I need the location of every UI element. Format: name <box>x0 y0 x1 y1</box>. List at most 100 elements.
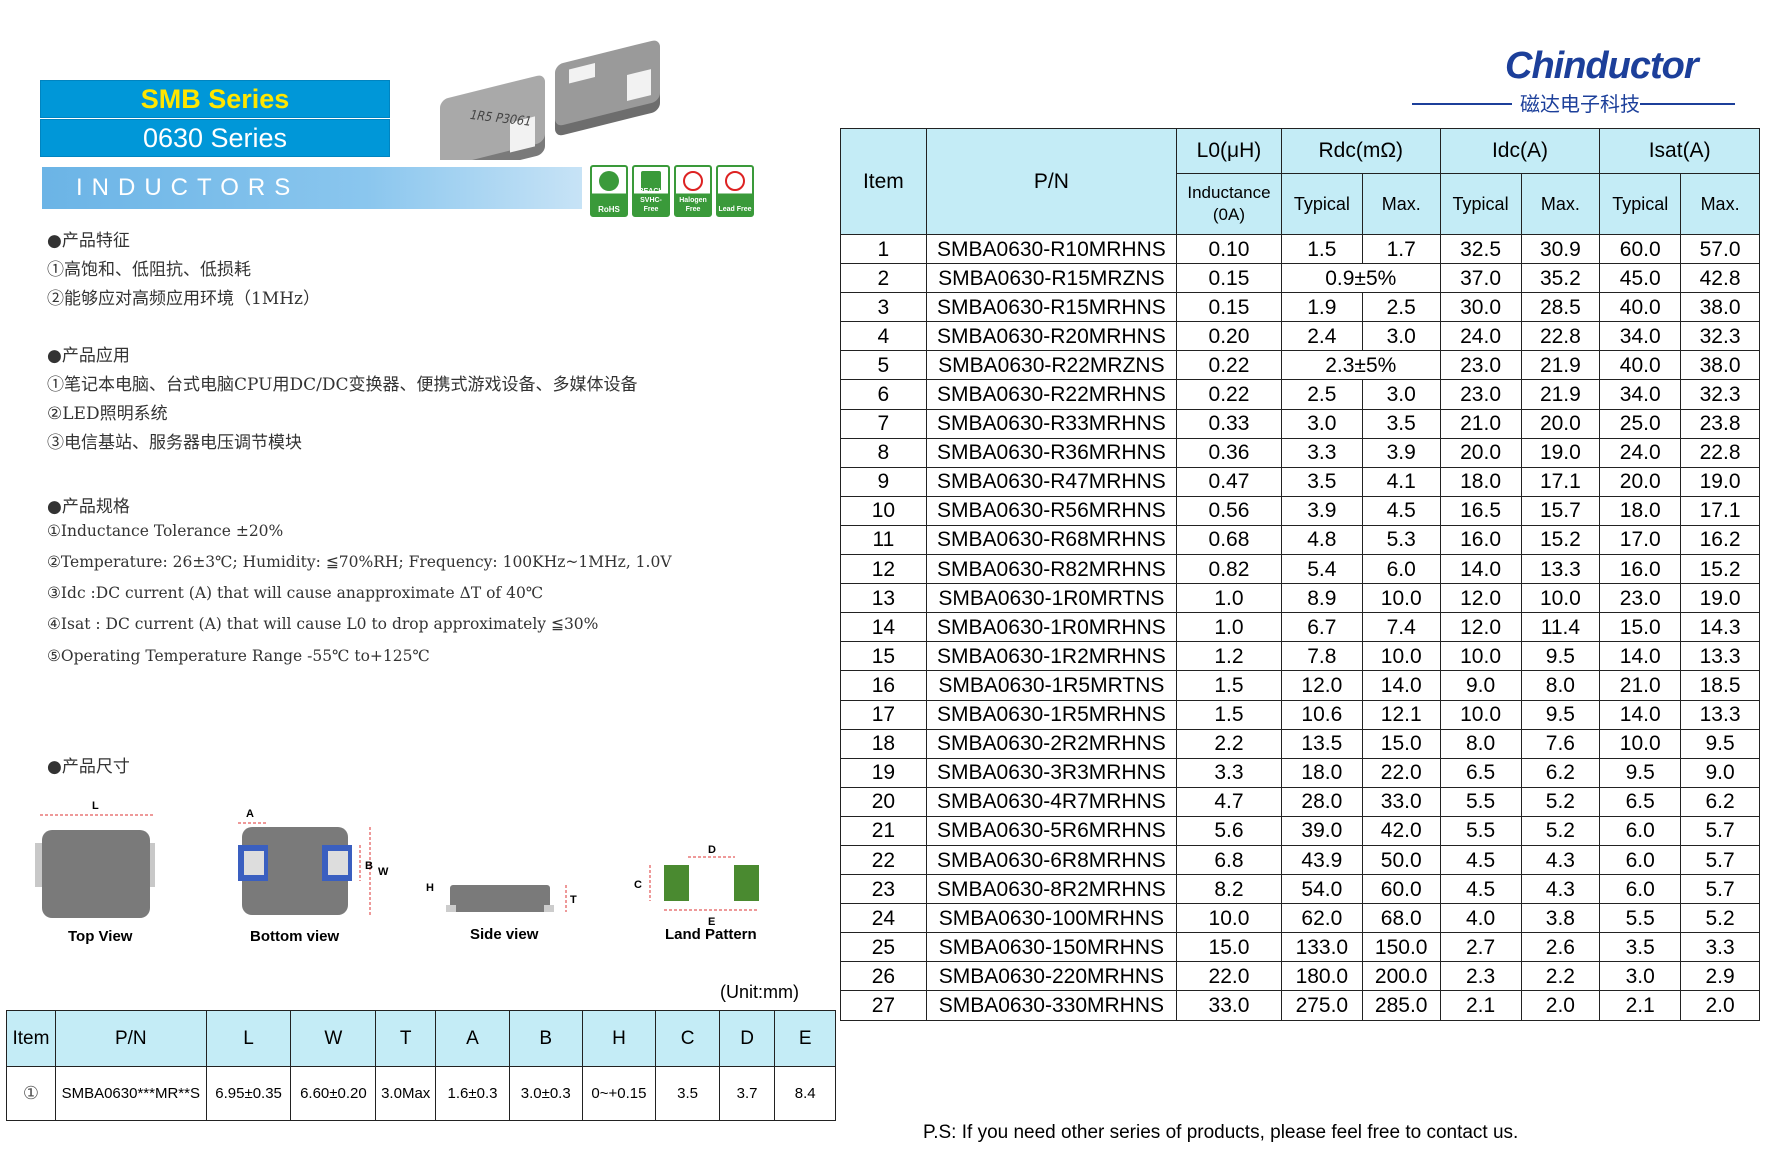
table-cell: 45.0 <box>1599 263 1682 294</box>
table-cell: 23.8 <box>1680 408 1760 439</box>
applications-title: ●产品应用 <box>47 346 130 366</box>
table-cell: 42.8 <box>1680 263 1760 294</box>
table-cell: 2.7 <box>1439 932 1522 963</box>
col-item: Item <box>840 128 927 235</box>
table-cell: 4.0 <box>1439 903 1522 934</box>
dim-col-h: H <box>581 1010 657 1067</box>
table-cell: 5.7 <box>1680 874 1760 905</box>
table-header-row: Item P/N L0(μH) Rdc(mΩ) Idc(A) Isat(A) <box>840 128 1760 235</box>
table-cell: 8 <box>840 437 927 468</box>
table-cell: 10 <box>840 495 927 526</box>
badge-label: REACH SVHC-Free <box>638 188 664 213</box>
table-cell: SMBA0630-R20MRHNS <box>925 321 1178 352</box>
table-cell: SMBA0630-R56MRHNS <box>925 495 1178 526</box>
table-cell: 6.0 <box>1599 874 1682 905</box>
table-cell: SMBA0630-6R8MRHNS <box>925 844 1178 876</box>
table-cell: SMBA0630-R22MRHNS <box>925 379 1178 410</box>
top-view-caption: Top View <box>68 928 133 945</box>
table-cell: 180.0 <box>1280 961 1363 992</box>
table-cell: 50.0 <box>1361 844 1441 876</box>
table-cell: 17.1 <box>1680 495 1760 526</box>
table-cell: 7.8 <box>1280 641 1363 672</box>
table-cell: SMBA0630-5R6MRHNS <box>925 815 1178 846</box>
table-cell: SMBA0630-R15MRHNS <box>925 292 1178 323</box>
table-cell: 14 <box>840 612 927 643</box>
table-cell: 5.5 <box>1439 815 1522 846</box>
table-cell: 3.3 <box>1680 932 1760 963</box>
table-cell: 9 <box>840 466 927 497</box>
table-cell: 2 <box>840 263 927 294</box>
table-cell: 18.0 <box>1439 466 1522 497</box>
table-cell: 8.2 <box>1176 874 1282 905</box>
table-cell: 2.5 <box>1280 379 1363 410</box>
table-cell: 2.5 <box>1361 292 1441 323</box>
dim-col-b: B <box>508 1010 583 1067</box>
side-view-drawing <box>446 885 567 912</box>
table-cell: 2.3 <box>1439 961 1522 992</box>
dim-cell: 6.60±0.20 <box>290 1066 377 1121</box>
dim-cell: ① <box>6 1066 56 1121</box>
table-cell: 0.15 <box>1176 292 1282 323</box>
dim-label-l: L <box>92 800 99 812</box>
table-cell: 22.8 <box>1680 437 1760 468</box>
table-cell: 12.0 <box>1439 583 1522 614</box>
table-cell: 16.5 <box>1439 495 1522 526</box>
table-cell: 16.2 <box>1680 524 1760 556</box>
table-cell: 9.5 <box>1520 641 1601 672</box>
table-cell: 0.82 <box>1176 554 1282 585</box>
table-cell: 22.0 <box>1361 757 1441 788</box>
table-cell: 6.0 <box>1599 815 1682 846</box>
halogen-free-icon <box>683 171 703 191</box>
table-cell: 17.0 <box>1599 524 1682 556</box>
table-cell: 21.9 <box>1520 379 1601 410</box>
bottom-view-drawing <box>238 822 371 915</box>
table-cell: SMBA0630-R36MRHNS <box>925 437 1178 468</box>
product-rows: 1 SMBA0630-R10MRHNS 0.10 1.5 1.7 32.5 30.9 60.0… <box>840 233 1760 1021</box>
table-cell: 4 <box>840 321 927 352</box>
table-cell: 6 <box>840 379 927 410</box>
halogen-free-badge: Halogen Free <box>674 165 712 217</box>
table-cell: 15 <box>840 641 927 672</box>
table-cell: 19.0 <box>1680 583 1760 614</box>
logo-rule-right <box>1640 103 1735 105</box>
table-row: 3 SMBA0630-R15MRHNS 0.15 1.9 2.5 30.0 28.5 40.0… <box>840 292 1760 323</box>
dim-cell: SMBA0630***MR**S <box>54 1066 207 1121</box>
table-cell: 5.7 <box>1680 844 1760 876</box>
table-cell: 10.6 <box>1280 699 1363 730</box>
table-cell: 14.0 <box>1599 699 1682 730</box>
table-cell: 6.0 <box>1599 844 1682 876</box>
table-cell: 15.2 <box>1680 554 1760 585</box>
table-row: 5 SMBA0630-R22MRZNS 0.22 2.3±5% 23.0 21.9 40.0… <box>840 350 1760 381</box>
table-cell: SMBA0630-R10MRHNS <box>925 233 1178 265</box>
table-cell: 21.0 <box>1599 670 1682 701</box>
table-cell: SMBA0630-150MRHNS <box>925 932 1178 963</box>
table-row: 23 SMBA0630-8R2MRHNS 8.2 54.0 60.0 4.5 4.3 6.0 5… <box>840 874 1760 905</box>
table-cell: 20.0 <box>1439 437 1522 468</box>
table-cell: 9.0 <box>1439 670 1522 701</box>
col-rdc: Rdc(mΩ) <box>1280 128 1441 174</box>
table-cell: 3.0 <box>1599 961 1682 992</box>
table-cell: SMBA0630-R82MRHNS <box>925 554 1178 585</box>
table-cell: 27 <box>840 990 927 1021</box>
badge-label: Lead Free <box>718 206 752 213</box>
table-cell: 15.0 <box>1176 932 1282 963</box>
table-row: 4 SMBA0630-R20MRHNS 0.20 2.4 3.0 24.0 22.8 34.0… <box>840 321 1760 352</box>
dim-col-l: L <box>205 1010 292 1067</box>
table-row: 16 SMBA0630-1R5MRTNS 1.5 12.0 14.0 9.0 8.0 21.0… <box>840 670 1760 701</box>
table-cell: 1 <box>840 233 927 265</box>
table-cell: 23 <box>840 874 927 905</box>
table-cell: 12.0 <box>1439 612 1522 643</box>
table-row: 21 SMBA0630-5R6MRHNS 5.6 39.0 42.0 5.5 5.2 6.0 5… <box>840 815 1760 846</box>
table-cell: 2.2 <box>1520 961 1601 992</box>
table-cell: 1.9 <box>1280 292 1363 323</box>
table-cell: SMBA0630-1R0MRTNS <box>925 583 1178 614</box>
table-cell: SMBA0630-3R3MRHNS <box>925 757 1178 788</box>
table-cell: 0.33 <box>1176 408 1282 439</box>
table-cell: 13.3 <box>1680 699 1760 730</box>
table-cell: SMBA0630-8R2MRHNS <box>925 874 1178 905</box>
dim-cell: 1.6±0.3 <box>435 1066 510 1121</box>
application-item: ③电信基站、服务器电压调节模块 <box>47 433 302 453</box>
table-cell: 133.0 <box>1280 932 1363 963</box>
col-isat-max: Max. <box>1680 173 1760 235</box>
dim-label-c: C <box>634 879 642 891</box>
